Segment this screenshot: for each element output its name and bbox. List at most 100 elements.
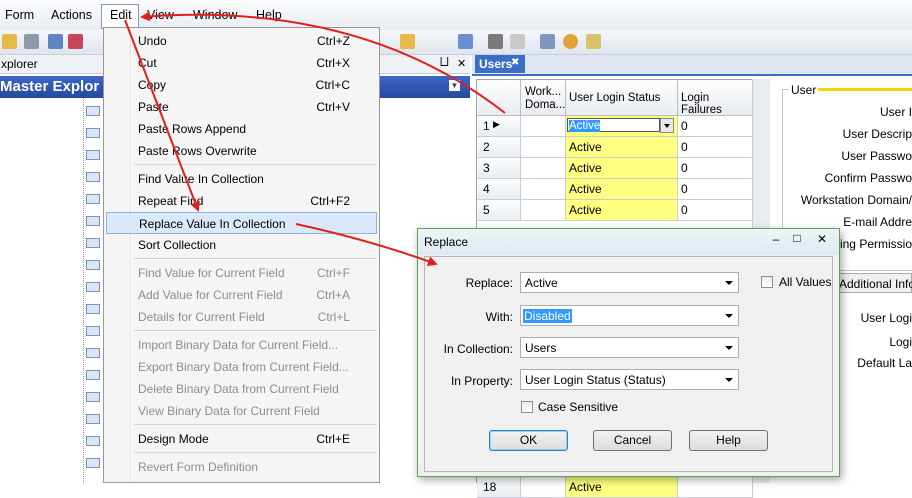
menu-form[interactable]: Form (5, 8, 34, 22)
all-values-checkbox[interactable] (761, 276, 773, 288)
tree-node-icon[interactable] (86, 238, 100, 248)
tree-node-icon[interactable] (86, 216, 100, 226)
property-combo[interactable]: User Login Status (Status) (520, 369, 739, 390)
menu-item-delete-binary-data-from-current-field[interactable]: Delete Binary Data from Current Field (106, 378, 377, 400)
menu-view[interactable]: View (147, 8, 174, 22)
tree-node-icon[interactable] (86, 414, 100, 424)
grid-header-workstation[interactable]: Work... Doma... (521, 80, 566, 116)
maximize-icon[interactable]: □ (788, 231, 806, 245)
collection-combo[interactable]: Users (520, 337, 739, 358)
cut-icon[interactable] (488, 34, 503, 49)
tree-node-icon[interactable] (86, 392, 100, 402)
tree-node-icon[interactable] (86, 304, 100, 314)
chevron-down-icon[interactable] (660, 118, 674, 133)
tree-node-icon[interactable] (86, 106, 100, 116)
chevron-down-icon[interactable]: ▼ (449, 80, 460, 91)
workstation-cell[interactable] (521, 116, 566, 137)
workstation-cell[interactable] (521, 158, 566, 179)
help-icon[interactable] (458, 34, 473, 49)
table-row[interactable]: 4 Active 0 (477, 179, 753, 200)
close-icon[interactable]: ✕ (457, 57, 466, 70)
tab-additional-info[interactable]: Additional Info (838, 273, 912, 293)
workstation-cell[interactable] (521, 137, 566, 158)
replace-combo[interactable]: Active (520, 272, 739, 293)
clipboard-icon[interactable] (400, 34, 415, 49)
workstation-cell[interactable] (521, 200, 566, 221)
menu-item-add-value-for-current-field[interactable]: Add Value for Current Field Ctrl+A (106, 284, 377, 306)
tab-users[interactable]: Users ✖ (475, 55, 525, 73)
tree-node-icon[interactable] (86, 150, 100, 160)
window-icon[interactable] (48, 34, 63, 49)
menu-item-design-mode[interactable]: Design Mode Ctrl+E (106, 428, 377, 450)
grid-icon[interactable] (540, 34, 555, 49)
delete-icon[interactable] (68, 34, 83, 49)
menu-item-repeat-find[interactable]: Repeat Find Ctrl+F2 (106, 190, 377, 212)
login-failures-cell[interactable]: 0 (678, 179, 753, 200)
menu-item-view-binary-data-for-current-field[interactable]: View Binary Data for Current Field (106, 400, 377, 422)
menu-edit[interactable]: Edit (110, 8, 132, 22)
close-icon[interactable]: ✕ (812, 232, 832, 246)
tree-node-icon[interactable] (86, 172, 100, 182)
tree-node-icon[interactable] (86, 370, 100, 380)
tree-node-icon[interactable] (86, 260, 100, 270)
menu-item-sort-collection[interactable]: Sort Collection (106, 234, 377, 256)
grid-header-login-status[interactable]: User Login Status (566, 80, 678, 116)
with-combo[interactable]: Disabled (520, 305, 739, 326)
table-row[interactable]: 5 Active 0 (477, 200, 753, 221)
cancel-button[interactable]: Cancel (593, 430, 672, 451)
menu-item-details-for-current-field[interactable]: Details for Current Field Ctrl+L (106, 306, 377, 328)
login-status-cell[interactable]: Active (566, 477, 678, 498)
tree-node-icon[interactable] (86, 128, 100, 138)
menu-actions[interactable]: Actions (51, 8, 92, 22)
menu-item-find-value-for-current-field[interactable]: Find Value for Current Field Ctrl+F (106, 262, 377, 284)
copy-icon[interactable] (510, 34, 525, 49)
workstation-cell[interactable] (521, 179, 566, 200)
menu-item-paste[interactable]: Paste Ctrl+V (106, 96, 377, 118)
login-status-cell[interactable]: Active (566, 158, 678, 179)
menu-help[interactable]: Help (256, 8, 282, 22)
login-status-cell[interactable]: Active (566, 137, 678, 158)
tree-node-icon[interactable] (86, 458, 100, 468)
ok-button[interactable]: OK (489, 430, 568, 451)
table-row[interactable]: 18 Active (477, 477, 753, 498)
case-sensitive-checkbox[interactable] (521, 401, 533, 413)
menu-item-export-binary-data-from-current-field[interactable]: Export Binary Data from Current Field... (106, 356, 377, 378)
menu-item-revert-form-definition[interactable]: Revert Form Definition (106, 456, 377, 478)
menu-item-paste-rows-append[interactable]: Paste Rows Append (106, 118, 377, 140)
tree-node-icon[interactable] (86, 348, 100, 358)
table-row[interactable]: 2 Active 0 (477, 137, 753, 158)
tree-node-icon[interactable] (86, 326, 100, 336)
open-folder-icon[interactable] (2, 34, 17, 49)
menu-window[interactable]: Window (193, 8, 237, 22)
menu-item-undo[interactable]: Undo Ctrl+Z (106, 30, 377, 52)
user-icon[interactable] (563, 34, 578, 49)
close-icon[interactable]: ✖ (511, 57, 519, 68)
login-failures-cell[interactable]: 0 (678, 158, 753, 179)
pin-icon[interactable]: ⨆ (440, 56, 449, 69)
table-row[interactable]: 1 ▶ Active 0 (477, 116, 753, 137)
key-icon[interactable] (586, 34, 601, 49)
login-failures-cell[interactable] (678, 477, 753, 498)
menu-item-paste-rows-overwrite[interactable]: Paste Rows Overwrite (106, 140, 377, 162)
status-edit-box[interactable]: Active (567, 118, 660, 132)
workstation-cell[interactable] (521, 477, 566, 498)
help-button[interactable]: Help (689, 430, 768, 451)
tree-node-icon[interactable] (86, 282, 100, 292)
tree-node-icon[interactable] (86, 194, 100, 204)
tree-node-icon[interactable] (86, 436, 100, 446)
minimize-icon[interactable]: – (767, 232, 785, 246)
login-failures-cell[interactable]: 0 (678, 200, 753, 221)
login-status-cell[interactable]: Active (566, 179, 678, 200)
menu-item-copy[interactable]: Copy Ctrl+C (106, 74, 377, 96)
menu-item-cut[interactable]: Cut Ctrl+X (106, 52, 377, 74)
menu-item-find-value-in-collection[interactable]: Find Value In Collection (106, 168, 377, 190)
login-status-cell[interactable]: Active (566, 116, 678, 137)
menu-item-replace-value-in-collection[interactable]: Replace Value In Collection (106, 212, 377, 234)
table-row[interactable]: 3 Active 0 (477, 158, 753, 179)
grid-header-login-failures[interactable]: Login Failures (678, 80, 753, 116)
menu-item-import-binary-data-for-current-field[interactable]: Import Binary Data for Current Field... (106, 334, 377, 356)
login-failures-cell[interactable]: 0 (678, 137, 753, 158)
login-failures-cell[interactable]: 0 (678, 116, 753, 137)
login-status-cell[interactable]: Active (566, 200, 678, 221)
save-icon[interactable] (24, 34, 39, 49)
